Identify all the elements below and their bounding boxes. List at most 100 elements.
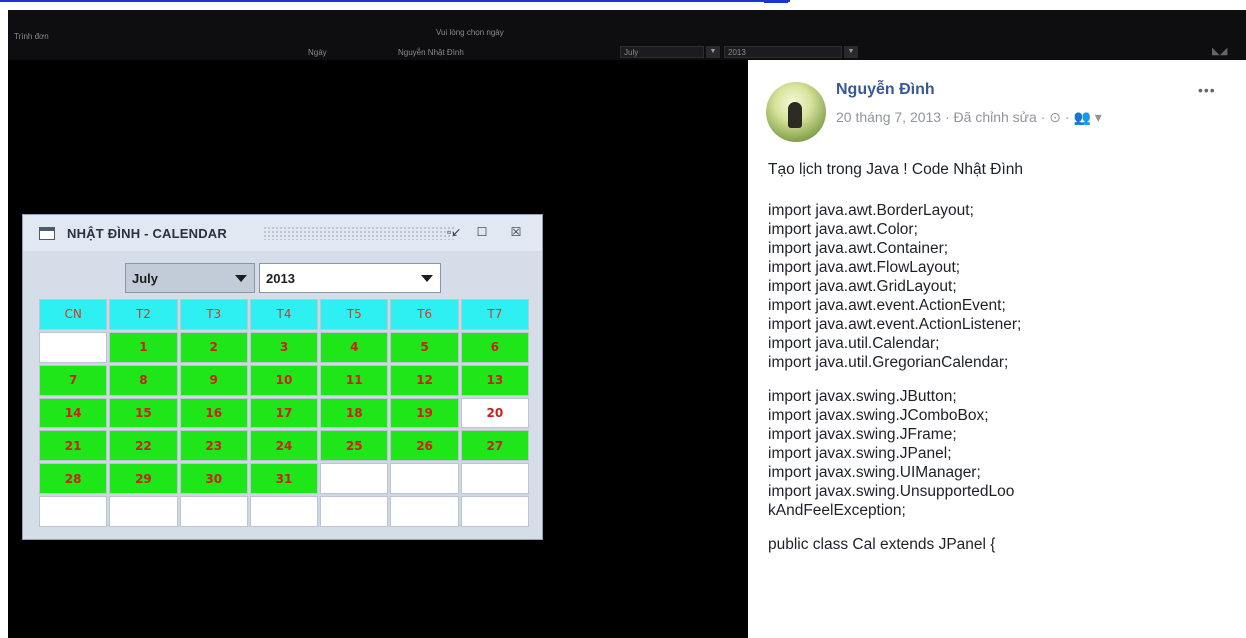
day-button[interactable]: 28 [39,463,108,495]
bg-label: Vui lòng chọn ngày [436,28,504,37]
day-button[interactable]: 21 [39,430,108,462]
post-body: Tạo lịch trong Java ! Code Nhật Đình imp… [768,160,1228,569]
code-line: import java.util.Calendar; [768,335,940,352]
day-button[interactable]: 11 [320,364,389,396]
day-button[interactable]: 24 [249,430,319,462]
calendar-controls: July 2013 [23,251,542,299]
day-button[interactable]: 2 [179,331,248,363]
day-button[interactable]: 7 [39,364,108,396]
top-link-strip [0,0,790,2]
top-link-icon [764,0,788,3]
day-button[interactable]: 14 [39,397,108,429]
day-button[interactable]: 19 [390,397,459,429]
day-button[interactable]: 29 [109,463,178,495]
bg-label: Nguyễn Nhật Đình [398,48,464,57]
code-block: public class Cal extends JPanel { [768,535,1228,554]
day-button[interactable]: 17 [249,397,319,429]
calendar-window: NHẬT ĐÌNH - CALENDAR ▫↙ ☐ ☒ July 2013 CN… [22,214,543,540]
day-button[interactable]: 23 [179,430,248,462]
chevron-down-icon: ▼ [844,46,858,58]
code-line: import javax.swing.JButton; [768,388,957,405]
day-button[interactable]: 5 [390,331,459,363]
empty-day-cell [390,463,459,495]
weekday-header: T4 [249,299,319,330]
empty-day-cell [390,496,459,527]
day-button[interactable]: 15 [109,397,178,429]
bg-label: Trình đơn [14,32,49,41]
day-button[interactable]: 10 [249,364,319,396]
empty-day-cell [109,496,178,527]
empty-day-cell [179,496,248,527]
month-combobox[interactable]: July [125,263,255,293]
code-line: import java.awt.BorderLayout; [768,202,974,219]
month-value: July [132,271,159,286]
code-line: import java.awt.event.ActionEvent; [768,297,1006,314]
maximize-icon[interactable]: ☐ [475,226,489,239]
weekday-header: T7 [460,299,529,330]
empty-day-cell [249,496,319,527]
weekday-header: T6 [390,299,459,330]
code-line: import java.util.GregorianCalendar; [768,354,1009,371]
code-line: public class Cal extends JPanel { [768,536,996,553]
code-line: kAndFeelException; [768,502,906,519]
empty-day-cell [320,496,389,527]
day-button[interactable]: 12 [390,364,459,396]
code-line: import javax.swing.JPanel; [768,445,952,462]
bg-year-field: 2013 [724,46,842,58]
code-line: import java.awt.Color; [768,221,918,238]
post-caption: Tạo lịch trong Java ! Code Nhật Đình [768,161,1024,178]
code-block: import java.awt.BorderLayout; import java… [768,201,1228,372]
bg-month-field: July [620,46,704,58]
close-icon[interactable]: ☒ [509,226,523,239]
day-button[interactable]: 27 [460,430,529,462]
code-line: import java.awt.Container; [768,240,949,257]
empty-day-cell [320,463,389,495]
year-value: 2013 [266,271,295,286]
bg-label: Ngày [308,48,327,57]
day-button[interactable]: 16 [179,397,248,429]
author-name[interactable]: Nguyễn Đình [836,81,935,99]
day-button[interactable]: 25 [320,430,389,462]
titlebar-grip [263,226,455,240]
avatar[interactable] [766,82,826,142]
blurred-background-toolbar: Trình đơn Ngày Nguyễn Nhật Đình Vui lòng… [8,10,1246,60]
day-button[interactable]: 30 [179,463,248,495]
weekday-header: CN [39,299,108,330]
day-button[interactable]: 26 [390,430,459,462]
day-button[interactable]: 1 [109,331,178,363]
code-block: import javax.swing.JButton; import javax.… [768,387,1228,520]
code-line: import javax.swing.UnsupportedLoo [768,483,1015,500]
facebook-post: Nguyễn Đình 20 tháng 7, 2013 · Đã chỉnh … [748,60,1246,638]
code-line: import java.awt.FlowLayout; [768,259,961,276]
code-line: import java.awt.GridLayout; [768,278,957,295]
day-button[interactable]: 31 [249,463,319,495]
window-titlebar[interactable]: NHẬT ĐÌNH - CALENDAR ▫↙ ☐ ☒ [23,215,542,251]
today-day-button[interactable]: 20 [460,397,529,429]
bg-tool-icon: ◣◢ [1212,46,1228,57]
year-combobox[interactable]: 2013 [259,263,441,293]
chevron-down-icon[interactable] [414,264,440,292]
day-button[interactable]: 3 [249,331,319,363]
minimize-icon[interactable]: ▫↙ [447,226,461,239]
chevron-down-icon: ▼ [706,46,720,58]
weekday-header: T5 [320,299,389,330]
day-button[interactable]: 9 [179,364,248,396]
day-button[interactable]: 4 [320,331,389,363]
empty-day-cell [460,496,529,527]
empty-day-cell [39,331,108,363]
empty-day-cell [39,496,108,527]
post-meta[interactable]: 20 tháng 7, 2013 · Đã chỉnh sửa · ⊙ · 👥 … [836,109,1102,126]
code-line: import javax.swing.JFrame; [768,426,957,443]
day-button[interactable]: 18 [320,397,389,429]
empty-day-cell [460,463,529,495]
weekday-header: T2 [109,299,178,330]
day-button[interactable]: 13 [460,364,529,396]
code-line: import java.awt.event.ActionListener; [768,316,1022,333]
day-button[interactable]: 6 [460,331,529,363]
code-line: import javax.swing.UIManager; [768,464,981,481]
day-button[interactable]: 22 [109,430,178,462]
day-button[interactable]: 8 [109,364,178,396]
chevron-down-icon[interactable] [228,264,254,292]
more-dots-icon[interactable]: ••• [1198,82,1216,98]
window-icon [39,227,55,240]
